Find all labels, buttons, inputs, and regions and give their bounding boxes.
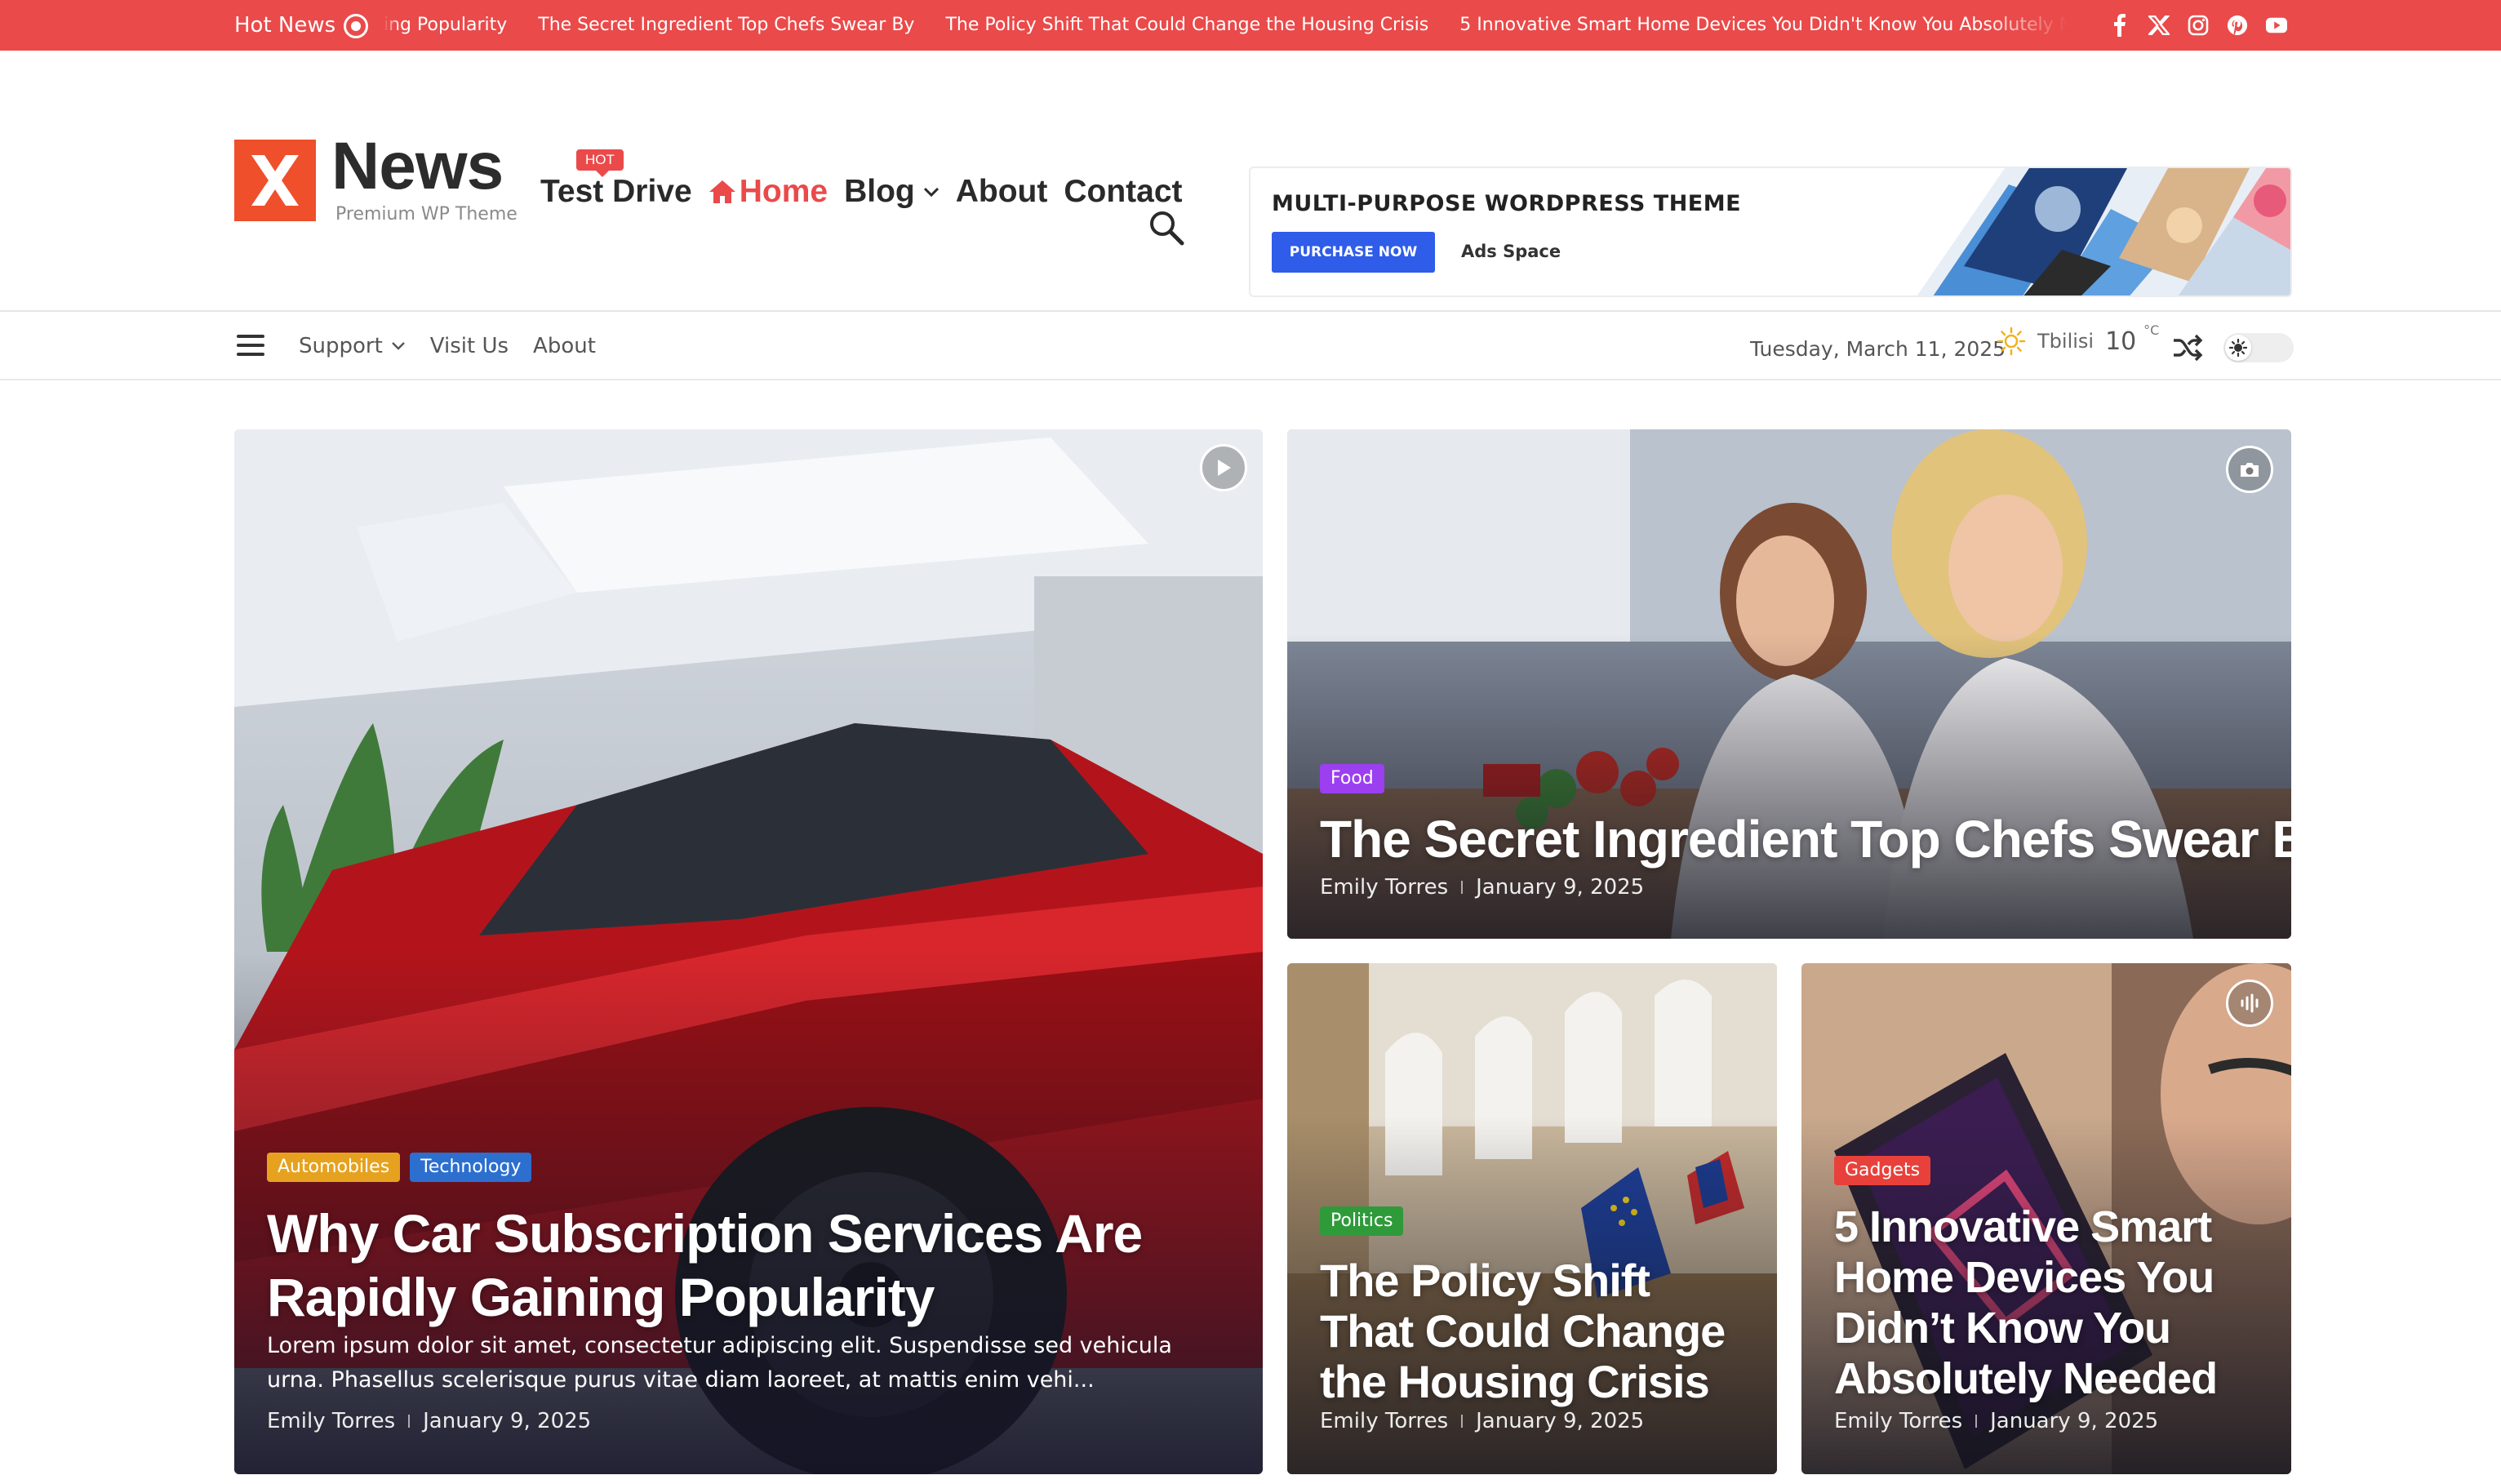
- category-tag[interactable]: Politics: [1320, 1206, 1404, 1236]
- top-bar: Hot News ing Popularity The Secret Ingred…: [0, 0, 2501, 51]
- ticker-item[interactable]: The Policy Shift That Could Change the H…: [945, 11, 1428, 39]
- ad-title: MULTI-PURPOSE WORDPRESS THEME: [1272, 191, 1742, 216]
- secondary-bar: Support Visit Us About Tuesday, March 11…: [0, 312, 2501, 380]
- post-tags: Automobiles Technology: [267, 1153, 532, 1182]
- post-date: January 9, 2025: [1476, 875, 1645, 900]
- meta-divider: [1461, 881, 1464, 894]
- news-ticker: ing Popularity The Secret Ingredient Top …: [384, 11, 2068, 41]
- nav-test-drive[interactable]: HOT Test Drive: [540, 149, 692, 210]
- social-links: [2109, 10, 2287, 41]
- ticker-item[interactable]: 5 Innovative Smart Home Devices You Didn…: [1459, 11, 2068, 39]
- nav-label: Test Drive: [540, 174, 692, 209]
- post-title[interactable]: The Secret Ingredient Top Chefs Swear By: [1320, 808, 2291, 870]
- post-date: January 9, 2025: [423, 1409, 592, 1433]
- ad-banner[interactable]: MULTI-PURPOSE WORDPRESS THEME PURCHASE N…: [1249, 167, 2292, 297]
- post-meta: Emily Torres January 9, 2025: [1320, 875, 1644, 900]
- main-nav: HOT Test Drive Home Blog About Contact: [540, 149, 1183, 220]
- facebook-icon[interactable]: [2109, 10, 2130, 41]
- meta-divider: [1975, 1415, 1978, 1428]
- post-title[interactable]: 5 Innovative Smart Home Devices You Didn…: [1834, 1202, 2275, 1404]
- post-date: January 9, 2025: [1990, 1409, 2159, 1433]
- nav-blog[interactable]: Blog: [844, 174, 940, 210]
- post-author[interactable]: Emily Torres: [1834, 1409, 1962, 1433]
- featured-post-wide[interactable]: Food The Secret Ingredient Top Chefs Swe…: [1287, 429, 2291, 939]
- post-title[interactable]: The Policy Shift That Could Change the H…: [1320, 1255, 1744, 1407]
- youtube-icon[interactable]: [2266, 10, 2287, 41]
- logo-mark[interactable]: [234, 140, 316, 221]
- logo-x-icon: [251, 155, 299, 206]
- purchase-now-button[interactable]: PURCHASE NOW: [1272, 232, 1435, 273]
- post-tags: Politics: [1320, 1206, 1404, 1236]
- logo-wordmark[interactable]: News: [331, 130, 504, 203]
- post-tags: Food: [1320, 764, 1384, 793]
- ad-collage-image: [1917, 168, 2290, 295]
- search-button[interactable]: [1148, 209, 1185, 247]
- x-twitter-icon[interactable]: [2148, 10, 2170, 41]
- random-post-button[interactable]: [2171, 333, 2204, 362]
- secondary-nav: Support Visit Us About: [299, 330, 596, 362]
- post-meta: Emily Torres January 9, 2025: [1320, 1409, 1644, 1433]
- nav-home[interactable]: Home: [709, 174, 828, 210]
- nav-about[interactable]: About: [956, 174, 1048, 210]
- nav-contact[interactable]: Contact: [1064, 174, 1182, 210]
- hot-news-label: Hot News: [234, 13, 336, 38]
- post-date: January 9, 2025: [1476, 1409, 1645, 1433]
- temp-unit: °C: [2143, 322, 2160, 338]
- nav-label: Blog: [844, 174, 915, 209]
- post-author[interactable]: Emily Torres: [1320, 875, 1448, 900]
- post-tags: Gadgets: [1834, 1156, 1931, 1185]
- subnav-about[interactable]: About: [533, 330, 596, 362]
- menu-icon[interactable]: [237, 335, 264, 356]
- post-meta: Emily Torres January 9, 2025: [1834, 1409, 2158, 1433]
- ticker-item[interactable]: The Secret Ingredient Top Chefs Swear By: [538, 11, 914, 39]
- nav-label: About: [955, 174, 1048, 209]
- sun-icon: [1997, 327, 2026, 356]
- ticker-item[interactable]: ing Popularity: [384, 11, 507, 39]
- hot-badge: HOT: [576, 149, 624, 177]
- audio-icon[interactable]: [2226, 980, 2273, 1027]
- pinterest-icon[interactable]: [2227, 10, 2248, 41]
- weather-city: Tbilisi: [2037, 330, 2095, 353]
- weather-temp: 10 °C: [2105, 322, 2160, 356]
- current-date: Tuesday, March 11, 2025: [1750, 337, 2006, 361]
- post-meta: Emily Torres January 9, 2025: [267, 1409, 591, 1433]
- weather-widget: Tbilisi 10 °C: [1997, 322, 2160, 356]
- category-tag[interactable]: Food: [1320, 764, 1384, 793]
- post-author[interactable]: Emily Torres: [1320, 1409, 1448, 1433]
- subnav-visit-us[interactable]: Visit Us: [430, 330, 509, 362]
- camera-icon[interactable]: [2226, 446, 2273, 493]
- search-icon: [1150, 211, 1184, 246]
- meta-divider: [408, 1415, 411, 1428]
- logo-tagline: Premium WP Theme: [335, 204, 518, 224]
- subnav-support[interactable]: Support: [299, 330, 406, 362]
- featured-post-large[interactable]: Automobiles Technology Why Car Subscript…: [234, 429, 1263, 1474]
- chevron-down-icon: [923, 187, 939, 198]
- ticker-indicator-icon: [344, 14, 368, 38]
- instagram-icon[interactable]: [2188, 10, 2209, 41]
- site-header: News Premium WP Theme HOT Test Drive Hom…: [0, 51, 2501, 312]
- featured-post-small[interactable]: Gadgets 5 Innovative Smart Home Devices …: [1801, 963, 2291, 1474]
- meta-divider: [1461, 1415, 1464, 1428]
- post-title[interactable]: Why Car Subscription Services Are Rapidl…: [267, 1202, 1230, 1329]
- shuffle-icon: [2174, 334, 2203, 362]
- category-tag[interactable]: Technology: [410, 1153, 532, 1182]
- post-excerpt: Lorem ipsum dolor sit amet, consectetur …: [267, 1333, 1172, 1393]
- nav-label: Home: [739, 174, 828, 209]
- nav-label: Contact: [1064, 174, 1183, 209]
- home-icon: [709, 180, 735, 203]
- chevron-down-icon: [391, 342, 405, 350]
- post-author[interactable]: Emily Torres: [267, 1409, 395, 1433]
- featured-post-small[interactable]: Politics The Policy Shift That Could Cha…: [1287, 963, 1777, 1474]
- play-icon[interactable]: [1200, 444, 1247, 491]
- ads-space-label: Ads Space: [1461, 242, 1561, 261]
- dark-mode-toggle[interactable]: [2223, 333, 2294, 362]
- category-tag[interactable]: Gadgets: [1834, 1156, 1931, 1185]
- subnav-label: Support: [299, 334, 383, 358]
- category-tag[interactable]: Automobiles: [267, 1153, 401, 1182]
- sun-settings-icon: [2225, 335, 2251, 361]
